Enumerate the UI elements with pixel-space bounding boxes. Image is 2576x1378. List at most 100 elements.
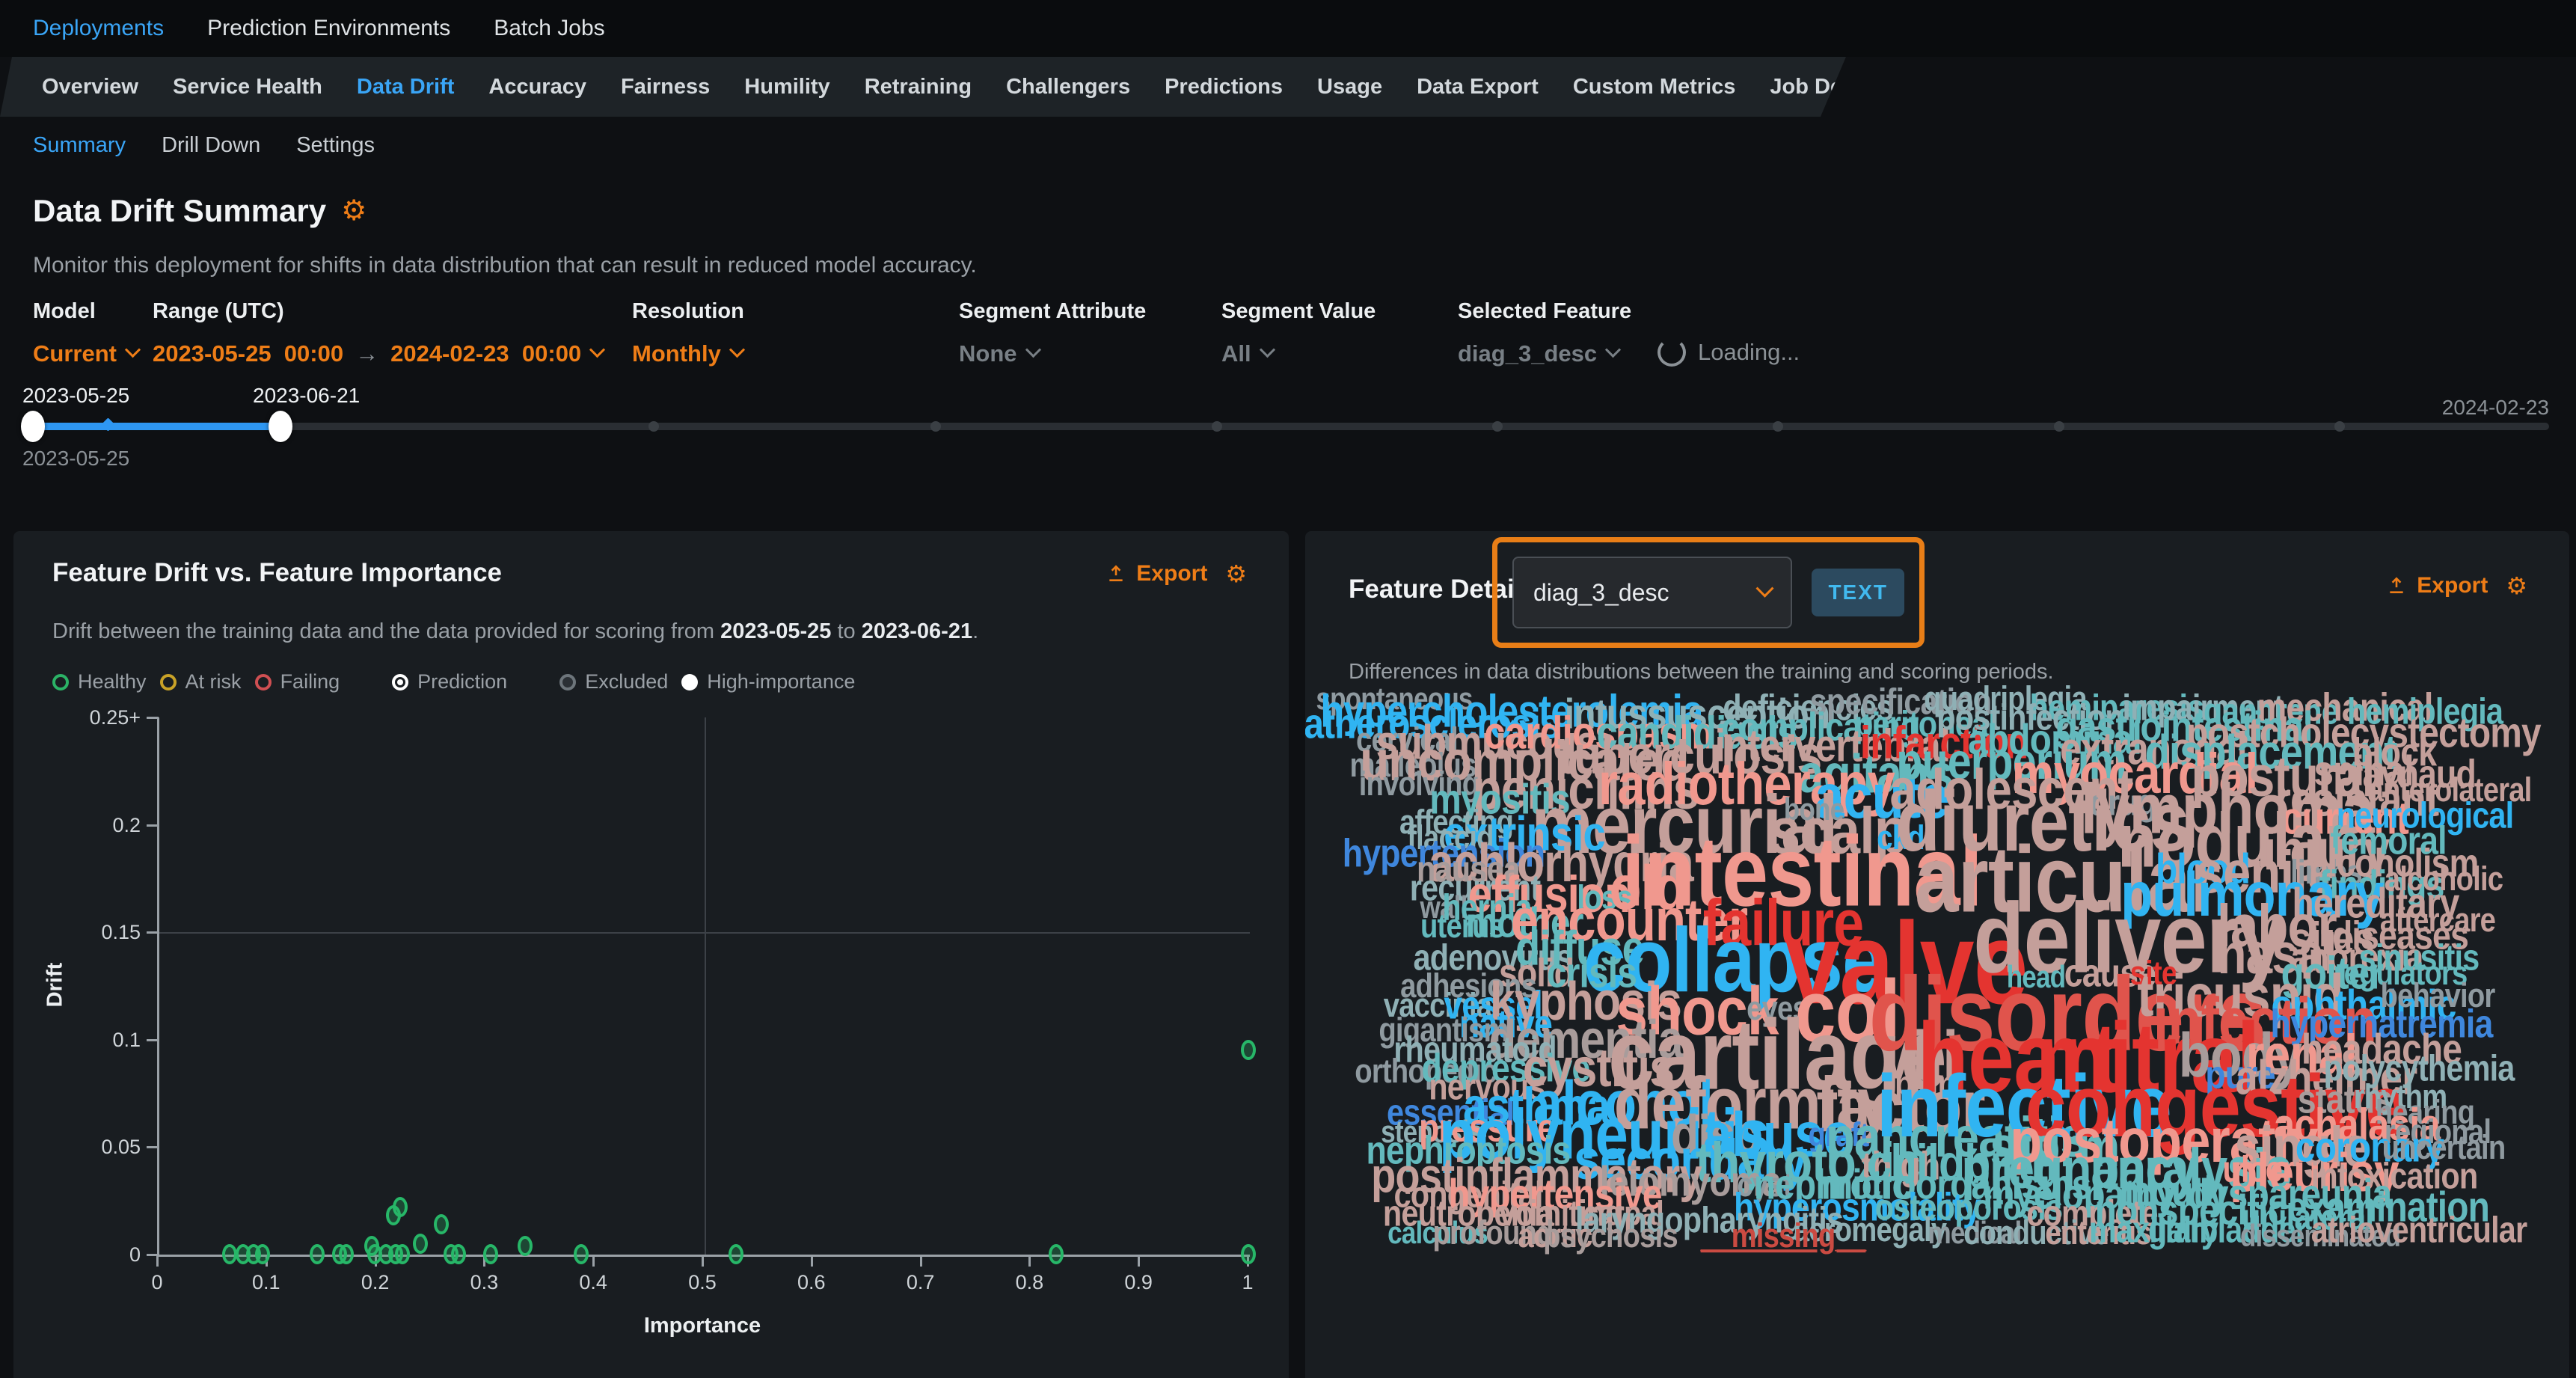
subnav-settings[interactable]: Settings xyxy=(296,133,375,158)
legend-label: Failing xyxy=(280,670,340,693)
filter-value-segment-value[interactable]: All xyxy=(1221,340,1458,367)
feature-type-badge: TEXT xyxy=(1812,569,1904,616)
slider-handle-end[interactable] xyxy=(269,411,292,442)
loading-indicator: Loading... xyxy=(1657,338,1800,367)
scatter-point[interactable] xyxy=(255,1244,270,1264)
filter-label-resolution: Resolution xyxy=(632,299,959,324)
filter-value-selected-feature[interactable]: diag_3_desc xyxy=(1458,340,1668,367)
scatter-point[interactable] xyxy=(574,1244,589,1264)
legend-swatch-failing xyxy=(255,674,272,690)
tab-challengers[interactable]: Challengers xyxy=(1006,75,1130,99)
slider-handle-start[interactable] xyxy=(21,411,45,442)
scatter-point[interactable] xyxy=(729,1244,743,1264)
scatter-point[interactable] xyxy=(310,1244,325,1264)
legend-label: At risk xyxy=(185,670,242,693)
tab-retraining[interactable]: Retraining xyxy=(865,75,972,99)
filter-current-value: None xyxy=(959,340,1017,367)
legend-item-healthy: Healthy xyxy=(52,670,147,693)
tab-data-drift[interactable]: Data Drift xyxy=(357,75,455,99)
feature-export-button[interactable]: Export ⚙ xyxy=(2387,573,2527,598)
drift-panel-gear-icon[interactable]: ⚙ xyxy=(1225,562,1247,586)
cloud-word-psychosis[interactable]: psychosis xyxy=(1543,1219,1678,1253)
subnav-drill-down[interactable]: Drill Down xyxy=(162,133,260,158)
y-tick-label: 0.1 xyxy=(13,1029,141,1052)
tab-predictions[interactable]: Predictions xyxy=(1165,75,1283,99)
x-tick-label: 0.1 xyxy=(221,1271,311,1294)
tab-job-definitions[interactable]: Job Definitions xyxy=(1770,75,1926,99)
subnav-summary[interactable]: Summary xyxy=(33,133,126,158)
scatter-point[interactable] xyxy=(1049,1244,1064,1264)
filter-value-resolution[interactable]: Monthly xyxy=(632,340,959,367)
tab-overview[interactable]: Overview xyxy=(42,75,138,99)
cloud-word-aftercare[interactable]: aftercare xyxy=(2379,903,2494,937)
scatter-point[interactable] xyxy=(434,1214,449,1234)
topnav-items: Deployments Prediction Environments Batch … xyxy=(33,16,605,41)
drift-subtitle-mid: to xyxy=(837,619,855,643)
slider-range-start-label: 2023-05-25 xyxy=(22,447,129,471)
chevron-down-icon xyxy=(1025,342,1040,358)
slider-track[interactable] xyxy=(33,423,2549,430)
x-tick-label: 0.4 xyxy=(548,1271,638,1294)
scatter-point[interactable] xyxy=(1241,1040,1256,1060)
threshold-line-importance xyxy=(705,717,706,1255)
feature-panel-gear-icon[interactable]: ⚙ xyxy=(2506,574,2527,598)
drift-export-button[interactable]: Export ⚙ xyxy=(1106,561,1247,587)
scatter-point[interactable] xyxy=(1241,1244,1256,1264)
chevron-down-icon xyxy=(1260,342,1275,358)
page-title: Data Drift Summary xyxy=(33,193,326,229)
date-range-slider: 2023-05-25 2023-06-21 2023-05-25 2024-02… xyxy=(0,378,2576,475)
filter-value-range-utc[interactable]: 2023-05-25 00:00→2024-02-23 00:00 xyxy=(153,340,632,367)
filter-value-segment-attribute[interactable]: None xyxy=(959,340,1221,367)
tab-custom-metrics[interactable]: Custom Metrics xyxy=(1573,75,1736,99)
feature-details-panel: Feature Details diag_3_desc TEXT Export … xyxy=(1305,531,2569,1378)
feature-dropdown[interactable]: diag_3_desc xyxy=(1512,557,1792,628)
scatter-point[interactable] xyxy=(395,1244,410,1264)
tab-accuracy[interactable]: Accuracy xyxy=(488,75,586,99)
cloud-word-atrioventricular[interactable]: atrioventricular xyxy=(2310,1211,2527,1248)
legend-label: Healthy xyxy=(78,670,147,693)
settings-gear-icon[interactable]: ⚙ xyxy=(341,197,367,225)
y-tick-label: 0.05 xyxy=(13,1136,141,1159)
tab-humility[interactable]: Humility xyxy=(744,75,829,99)
spinner-icon xyxy=(1657,338,1686,367)
filter-model: ModelCurrent xyxy=(33,299,153,367)
drift-export-label: Export xyxy=(1136,561,1207,587)
tab-fairness[interactable]: Fairness xyxy=(621,75,710,99)
y-tick-label: 0 xyxy=(13,1243,141,1267)
scatter-point[interactable] xyxy=(451,1244,466,1264)
slider-month-tick xyxy=(930,421,941,432)
legend-swatch-prediction xyxy=(392,674,408,690)
slider-selected-range[interactable] xyxy=(33,423,280,430)
data-drift-subnav: Summary Drill Down Settings xyxy=(33,133,375,158)
tab-data-export[interactable]: Data Export xyxy=(1417,75,1539,99)
tab-service-health[interactable]: Service Health xyxy=(173,75,322,99)
filter-current-value: Monthly xyxy=(632,340,721,367)
cloud-word-missing[interactable]: __missing__ xyxy=(1701,1219,1866,1253)
scatter-point[interactable] xyxy=(483,1244,498,1264)
scatter-point[interactable] xyxy=(413,1234,428,1254)
export-icon xyxy=(1106,564,1126,584)
chevron-down-icon xyxy=(125,342,141,358)
legend-item-high-importance: High-importance xyxy=(681,670,855,693)
y-tick-label: 0.25+ xyxy=(13,706,141,729)
scatter-point[interactable] xyxy=(339,1244,354,1264)
chevron-down-icon xyxy=(1605,342,1621,358)
x-axis-title: Importance xyxy=(628,1314,777,1338)
tab-usage[interactable]: Usage xyxy=(1317,75,1382,99)
topnav-item-deployments[interactable]: Deployments xyxy=(33,16,164,41)
tab-notifications[interactable]: Notifications xyxy=(1961,75,2093,99)
filter-value-model[interactable]: Current xyxy=(33,340,153,367)
topnav-item-batch-jobs[interactable]: Batch Jobs xyxy=(494,16,604,41)
filter-label-range-utc: Range (UTC) xyxy=(153,299,632,324)
topnav-item-prediction-environments[interactable]: Prediction Environments xyxy=(207,16,450,41)
chevron-down-icon xyxy=(1756,579,1774,597)
x-tick-label: 1 xyxy=(1203,1271,1289,1294)
app-root: { "topbar": {"items": [ {"label": "Deplo… xyxy=(0,0,2576,1378)
filter-range-end-value: 2024-02-23 00:00 xyxy=(390,340,581,367)
scatter-point[interactable] xyxy=(518,1236,533,1256)
scatter-point[interactable] xyxy=(393,1197,408,1217)
slider-start-date-label: 2023-05-25 xyxy=(22,384,129,408)
filter-resolution: Resolution Monthly xyxy=(632,299,959,367)
filter-bar: ModelCurrentRange (UTC) 2023-05-25 00:00→… xyxy=(33,299,1668,367)
drift-subtitle-suffix: . xyxy=(972,619,978,643)
